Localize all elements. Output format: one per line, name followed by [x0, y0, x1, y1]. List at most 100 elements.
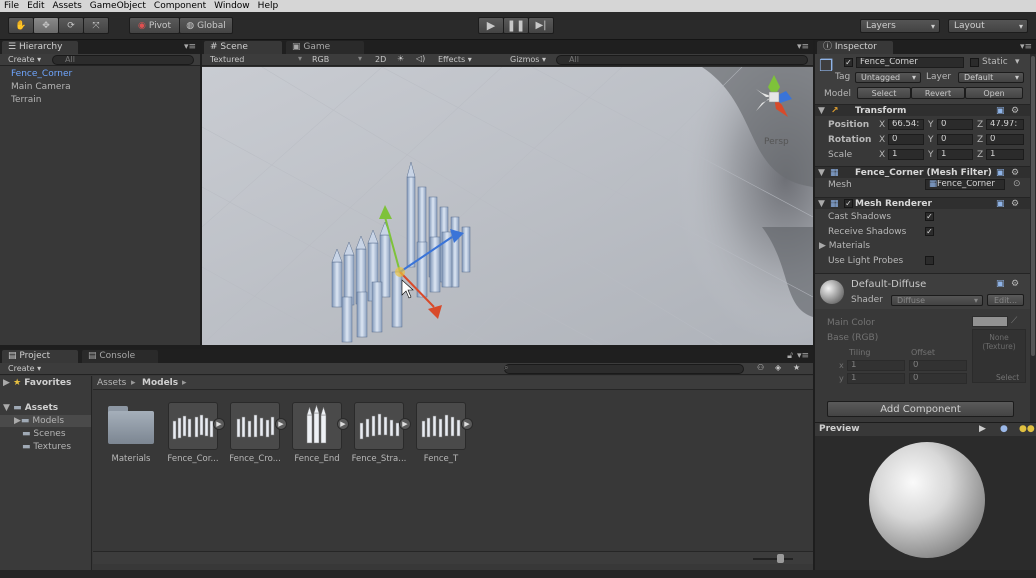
panel-menu-icon[interactable]: ▾≡	[797, 351, 809, 361]
rotation-x-field[interactable]: 0	[888, 134, 924, 145]
layer-dropdown[interactable]: Default	[958, 72, 1024, 83]
help-book-icon[interactable]: ▣	[996, 279, 1005, 289]
object-picker-icon[interactable]: ⊙	[1013, 179, 1021, 189]
tab-project[interactable]: ▤ Project	[2, 350, 78, 363]
audio-icon[interactable]: ◁)	[416, 54, 425, 63]
add-component-button[interactable]: Add Component	[827, 401, 1014, 417]
layout-dropdown[interactable]: Layout	[948, 19, 1028, 33]
model-revert-button[interactable]: Revert	[911, 87, 965, 99]
effects-dropdown[interactable]: Effects ▾	[438, 55, 472, 64]
menu-file[interactable]: File	[0, 1, 23, 11]
position-y-field[interactable]: 0	[937, 119, 973, 130]
materials-foldout[interactable]: ▶ Materials	[819, 241, 870, 251]
main-color-swatch[interactable]	[972, 316, 1008, 327]
project-search-input[interactable]	[504, 364, 744, 374]
inspector-scroll-thumb[interactable]	[1031, 56, 1035, 356]
light-probes-checkbox[interactable]	[925, 256, 934, 265]
filter-label-icon[interactable]: ◈	[775, 363, 781, 372]
render-mode-dropdown[interactable]: Textured	[210, 55, 244, 64]
asset-fence-corner-thumb[interactable]	[168, 402, 218, 450]
project-create-dropdown[interactable]: Create ▾	[8, 364, 41, 373]
scale-x-field[interactable]: 1	[888, 149, 924, 160]
move-tool-button[interactable]: ✥	[33, 17, 59, 34]
model-open-button[interactable]: Open	[965, 87, 1023, 99]
filter-type-icon[interactable]: ⚇	[757, 363, 764, 372]
menu-window[interactable]: Window	[210, 1, 254, 11]
expand-asset-icon[interactable]: ▶	[399, 418, 411, 430]
pivot-toggle[interactable]: ◉ Pivot	[129, 17, 180, 34]
model-select-button[interactable]: Select	[857, 87, 911, 99]
tab-game[interactable]: ▣ Game	[286, 41, 364, 54]
position-x-field[interactable]: 66.54:	[888, 119, 924, 130]
panel-menu-icon[interactable]: ▾≡	[1020, 42, 1032, 52]
gear-icon[interactable]: ⚙	[1011, 198, 1019, 210]
2d-toggle[interactable]: 2D	[375, 55, 386, 64]
receive-shadows-checkbox[interactable]: ✓	[925, 227, 934, 236]
asset-fence-cross-thumb[interactable]	[230, 402, 280, 450]
expand-asset-icon[interactable]: ▶	[213, 418, 225, 430]
thumbnail-size-slider[interactable]	[753, 558, 793, 560]
thumbnail-size-slider-thumb[interactable]	[777, 554, 784, 563]
menu-edit[interactable]: Edit	[23, 1, 48, 11]
cast-shadows-checkbox[interactable]: ✓	[925, 212, 934, 221]
eyedropper-icon[interactable]: ⟋	[1011, 316, 1017, 326]
hierarchy-create-dropdown[interactable]: Create ▾	[8, 55, 41, 64]
hand-tool-button[interactable]: ✋	[8, 17, 34, 34]
mesh-filter-header[interactable]: ▼ ▦ Fence_Corner (Mesh Filter) ▣ ⚙	[815, 166, 1030, 178]
rotate-tool-button[interactable]: ⟳	[58, 17, 84, 34]
gizmos-dropdown[interactable]: Gizmos ▾	[510, 55, 546, 64]
offset-y-field[interactable]: 0	[909, 373, 967, 384]
mesh-renderer-header[interactable]: ▼ ▦ ✓ Mesh Renderer ▣ ⚙	[815, 197, 1030, 209]
transform-header[interactable]: ▼ ↗ Transform ▣ ⚙	[815, 104, 1030, 116]
pause-button[interactable]: ❚❚	[503, 17, 529, 34]
breadcrumb-models[interactable]: Models	[142, 378, 178, 388]
help-book-icon[interactable]: ▣	[996, 105, 1005, 117]
inspector-scrollbar[interactable]	[1030, 54, 1036, 422]
asset-fence-straight-thumb[interactable]	[354, 402, 404, 450]
hierarchy-item-main-camera[interactable]: Main Camera	[0, 81, 200, 93]
shader-dropdown[interactable]: Diffuse	[891, 295, 983, 306]
scale-tool-button[interactable]: ⤧	[83, 17, 109, 34]
assets-folder[interactable]: ▼ ▬ Assets	[0, 402, 91, 414]
help-book-icon[interactable]: ▣	[996, 198, 1005, 210]
static-checkbox[interactable]	[970, 58, 979, 67]
lighting-icon[interactable]: ☀	[397, 54, 404, 63]
shader-edit-button[interactable]: Edit...	[987, 294, 1024, 306]
menu-help[interactable]: Help	[254, 1, 283, 11]
folder-scenes[interactable]: ▬ Scenes	[0, 428, 91, 440]
mesh-field[interactable]: ▦Fence_Corner	[925, 179, 1005, 190]
help-book-icon[interactable]: ▣	[996, 167, 1005, 179]
position-z-field[interactable]: 47.97:	[986, 119, 1024, 130]
asset-fence-end-thumb[interactable]	[292, 402, 342, 450]
breadcrumb-assets[interactable]: Assets	[97, 378, 126, 388]
rotation-y-field[interactable]: 0	[937, 134, 973, 145]
texture-select-label[interactable]: Select	[996, 373, 1019, 382]
tab-hierarchy[interactable]: ☰ Hierarchy	[2, 41, 78, 54]
folder-models[interactable]: ▶▬ Models	[0, 415, 91, 427]
object-name-field[interactable]: Fence_Corner	[856, 57, 964, 68]
expand-asset-icon[interactable]: ▶	[275, 418, 287, 430]
favorite-star-icon[interactable]: ★	[793, 363, 800, 372]
tab-scene[interactable]: # Scene	[204, 41, 282, 54]
rotation-z-field[interactable]: 0	[986, 134, 1024, 145]
persp-label[interactable]: Persp	[764, 137, 789, 147]
panel-menu-icon[interactable]: ▾≡	[184, 42, 196, 52]
expand-asset-icon[interactable]: ▶	[461, 418, 473, 430]
tab-inspector[interactable]: ⓘ Inspector	[817, 41, 893, 54]
scale-z-field[interactable]: 1	[986, 149, 1024, 160]
step-button[interactable]: ▶|	[528, 17, 554, 34]
tag-dropdown[interactable]: Untagged	[855, 72, 921, 83]
materials-folder-icon[interactable]	[108, 406, 154, 444]
gear-icon[interactable]: ⚙	[1011, 167, 1019, 179]
asset-fence-t-thumb[interactable]	[416, 402, 466, 450]
gear-icon[interactable]: ⚙	[1011, 279, 1019, 289]
tab-console[interactable]: ▤ Console	[82, 350, 158, 363]
panel-menu-icon[interactable]: ▾≡	[797, 42, 809, 52]
tiling-x-field[interactable]: 1	[847, 360, 905, 371]
active-checkbox[interactable]: ✓	[844, 58, 853, 67]
offset-x-field[interactable]: 0	[909, 360, 967, 371]
hierarchy-search-input[interactable]: All	[52, 55, 194, 65]
mesh-renderer-enabled-checkbox[interactable]: ✓	[844, 199, 853, 208]
preview-play-icon[interactable]: ▶	[979, 424, 986, 434]
color-mode-dropdown[interactable]: RGB	[312, 55, 329, 64]
